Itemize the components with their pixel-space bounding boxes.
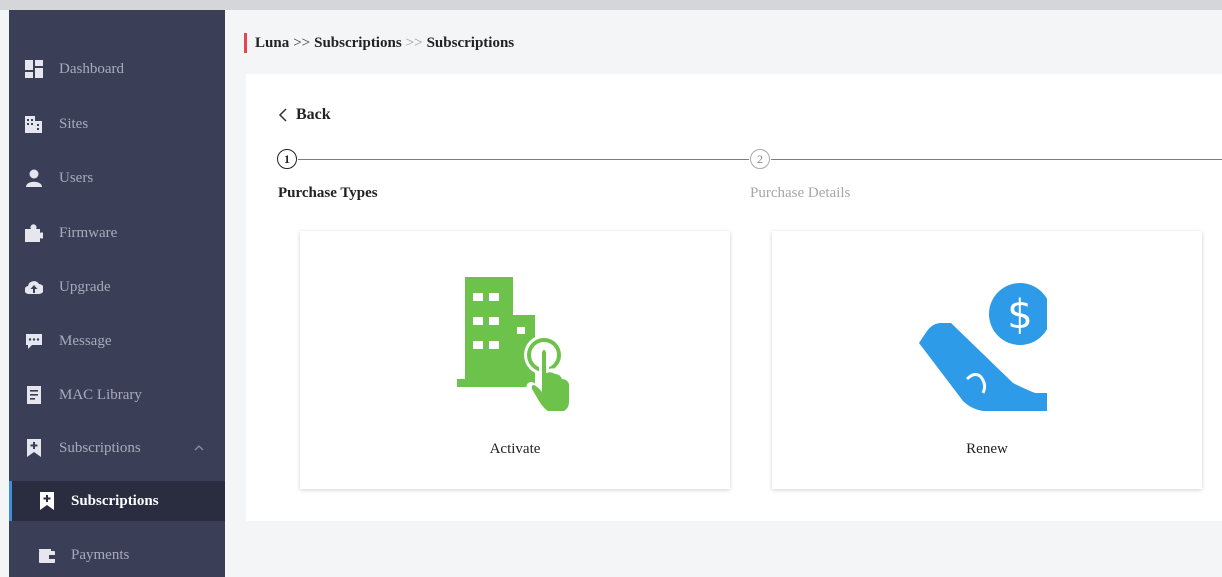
document-icon: [27, 386, 41, 404]
step-2-number: 2: [750, 149, 770, 169]
sidebar-item-users[interactable]: Users: [9, 158, 225, 198]
breadcrumb: Luna >> Subscriptions >> Subscriptions: [244, 32, 514, 54]
activate-card[interactable]: Activate: [300, 231, 730, 489]
bookmark-plus-icon: [40, 492, 54, 510]
back-button[interactable]: Back: [278, 106, 331, 124]
breadcrumb-separator: >>: [405, 34, 423, 51]
sidebar-item-label: Dashboard: [59, 61, 124, 77]
sidebar-item-dashboard[interactable]: Dashboard: [9, 49, 225, 89]
step-2-label: Purchase Details: [750, 185, 851, 201]
sidebar-item-mac-library[interactable]: MAC Library: [9, 375, 225, 415]
renew-label: Renew: [966, 441, 1008, 457]
sidebar-item-label: Sites: [59, 116, 89, 132]
svg-text:$: $: [1007, 292, 1032, 338]
sidebar-item-label: Message: [59, 333, 112, 349]
step-1-label: Purchase Types: [278, 185, 378, 201]
building-icon: [25, 116, 42, 133]
breadcrumb-root[interactable]: Luna: [255, 35, 289, 52]
sidebar-item-firmware[interactable]: Firmware: [9, 213, 225, 253]
step-1-number: 1: [277, 149, 297, 169]
chat-icon: [26, 334, 42, 349]
sidebar-item-subscriptions-group[interactable]: Subscriptions: [9, 428, 225, 468]
cloud-upload-icon: [25, 281, 43, 295]
breadcrumb-separator: >>: [293, 34, 311, 51]
building-tap-icon: [457, 277, 572, 415]
sidebar-item-label: MAC Library: [59, 387, 142, 403]
breadcrumb-accent-bar: [244, 33, 247, 53]
sidebar-item-message[interactable]: Message: [9, 321, 225, 361]
breadcrumb-current: Subscriptions: [426, 34, 515, 51]
chevron-up-icon: [194, 445, 204, 451]
sidebar-item-sites[interactable]: Sites: [9, 104, 225, 144]
sidebar-item-label: Subscriptions: [59, 440, 141, 456]
back-label: Back: [296, 106, 331, 123]
sidebar-item-label: Payments: [71, 547, 130, 563]
sidebar: Dashboard Sites Users Firmware Upgrade M…: [9, 10, 225, 577]
activate-label: Activate: [489, 441, 541, 457]
sidebar-item-label: Upgrade: [59, 279, 111, 295]
step-connector: [771, 159, 1222, 160]
sidebar-item-label: Firmware: [59, 225, 118, 241]
sidebar-item-subscriptions[interactable]: Subscriptions: [9, 481, 225, 521]
sidebar-item-upgrade[interactable]: Upgrade: [9, 267, 225, 307]
chevron-left-icon: [278, 108, 287, 122]
breadcrumb-parent[interactable]: Subscriptions: [314, 35, 402, 52]
main-panel: Back 1 2 Purchase Types Purchase Details…: [246, 74, 1222, 521]
hand-dollar-icon: $: [919, 283, 1047, 411]
step-connector: [298, 159, 749, 160]
sidebar-item-label: Users: [59, 170, 94, 186]
user-icon: [26, 169, 42, 187]
renew-card[interactable]: $ Renew: [772, 231, 1202, 489]
bookmark-plus-icon: [27, 439, 41, 457]
puzzle-icon: [25, 224, 43, 242]
wallet-icon: [39, 549, 55, 563]
sidebar-item-payments[interactable]: Payments: [9, 535, 225, 575]
top-strip: [0, 0, 1222, 10]
dashboard-icon: [25, 60, 43, 78]
sidebar-item-label: Subscriptions: [71, 493, 159, 509]
